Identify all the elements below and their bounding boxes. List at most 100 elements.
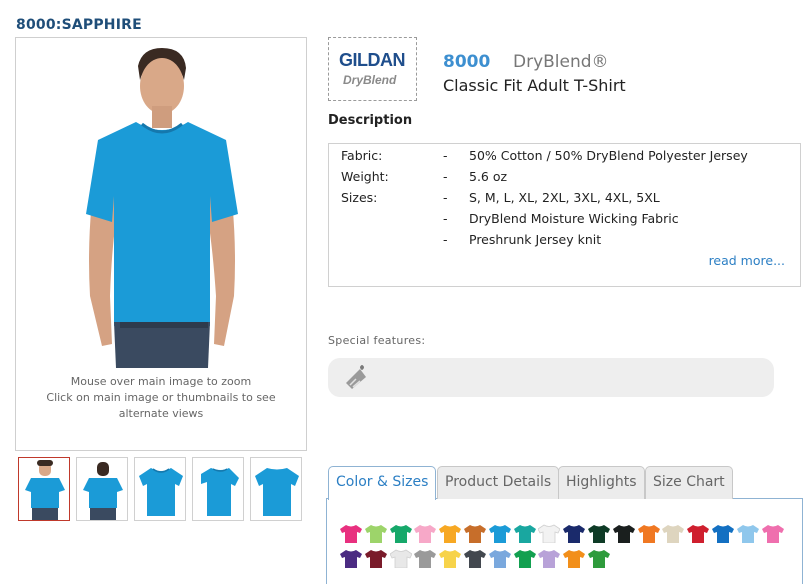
shirt-swatch-icon [488,550,511,568]
shirt-swatch-icon [414,550,437,568]
description-box: Fabric: - 50% Cotton / 50% DryBlend Polyes… [328,143,801,287]
thumbnail-image [255,468,299,516]
color-swatch[interactable] [612,524,635,543]
description-key: Sizes: [341,190,378,205]
shirt-swatch-icon [687,525,710,543]
color-swatch[interactable] [414,549,437,568]
color-swatch[interactable] [588,549,610,568]
main-product-image[interactable] [76,46,248,368]
description-dash: - [443,169,448,184]
read-more-link[interactable]: read more... [709,253,785,268]
color-swatch[interactable] [364,549,387,568]
shirt-swatch-icon [439,525,462,543]
shirt-swatch-icon [538,550,561,568]
color-swatch[interactable] [538,549,561,568]
color-swatch[interactable] [464,524,486,543]
thumbnail-2[interactable] [76,457,128,521]
description-value: 5.6 oz [469,169,508,184]
shirt-swatch-icon [736,525,759,543]
color-swatch[interactable] [761,524,784,543]
color-swatch[interactable] [389,549,413,569]
shirt-swatch-icon [662,525,685,543]
color-swatch[interactable] [389,524,412,543]
shirt-swatch-icon [364,550,387,568]
product-sku-color-title: 8000:SAPPHIRE [16,17,142,33]
color-swatch[interactable] [637,524,660,543]
shirt-swatch-icon [513,525,536,543]
color-swatch[interactable] [513,524,536,543]
color-swatch[interactable] [439,524,462,543]
zoom-hint-line: Click on main image or thumbnails to see… [46,391,276,420]
shirt-swatch-icon [414,525,437,543]
tab-product-details[interactable]: Product Details [437,466,560,499]
description-value: Preshrunk Jersey knit [469,232,602,247]
description-value: S, M, L, XL, 2XL, 3XL, 4XL, 5XL [469,190,660,205]
shirt-swatch-icon [464,525,486,543]
color-swatch[interactable] [464,549,486,568]
thumbnail-1[interactable] [18,457,70,521]
description-row: - DryBlend Moisture Wicking Fabric [329,211,800,232]
special-features-label: Special features: [328,334,426,347]
color-swatch[interactable] [340,524,362,543]
style-brand-line: DryBlend® [513,52,609,72]
thumbnail-image [139,468,183,516]
thumbnail-image [201,468,239,516]
color-swatch[interactable] [563,524,586,543]
description-dash: - [443,148,448,163]
color-swatch[interactable] [687,524,710,543]
thumbnail-4[interactable] [192,457,244,521]
shirt-swatch-icon [637,525,660,543]
shirt-swatch-icon [340,550,362,568]
color-swatch[interactable] [340,549,362,568]
brand-logo: GILDAN DryBlend [328,37,417,101]
main-image-container[interactable]: Mouse over main image to zoom Click on ma… [15,37,307,451]
tab-color-sizes[interactable]: Color & Sizes [328,466,437,500]
color-swatch[interactable] [488,524,511,543]
thumbnail-image [83,462,123,520]
shirt-swatch-icon [712,525,734,543]
special-features-bar [328,358,774,397]
description-dash: - [443,190,448,205]
description-key: Fabric: [341,148,383,163]
color-swatch[interactable] [488,549,511,568]
thumbnail-3[interactable] [134,457,186,521]
description-row: Sizes: - S, M, L, XL, 2XL, 3XL, 4XL, 5XL [329,190,800,211]
shirt-swatch-icon [761,525,784,543]
description-row: Weight: - 5.6 oz [329,169,800,190]
shirt-swatch-icon [488,525,511,543]
shirt-swatch-icon [588,550,610,568]
tab-highlights[interactable]: Highlights [558,466,645,499]
shirt-swatch-icon [389,525,412,543]
brand-logo-line1: GILDAN [339,50,406,70]
zoom-hint-text: Mouse over main image to zoom Click on ma… [16,374,306,422]
shirt-swatch-icon [364,525,387,543]
moisture-wicking-icon[interactable] [342,361,372,393]
color-swatch[interactable] [736,524,759,543]
color-swatch[interactable] [513,549,536,568]
shirt-swatch-icon [563,525,586,543]
shirt-swatch-icon [464,550,486,568]
color-swatch[interactable] [662,524,685,543]
color-swatch[interactable] [712,524,734,543]
zoom-hint-line: Mouse over main image to zoom [70,375,252,388]
thumbnail-5[interactable] [250,457,302,521]
color-swatch[interactable] [439,549,462,568]
description-value: DryBlend Moisture Wicking Fabric [469,211,679,226]
description-dash: - [443,211,448,226]
shirt-swatch-icon [439,550,462,568]
shirt-swatch-icon [612,525,635,543]
product-name: Classic Fit Adult T-Shirt [443,76,626,95]
description-heading: Description [328,113,413,128]
tab-size-chart[interactable]: Size Chart [645,466,733,499]
color-swatch[interactable] [563,549,586,568]
shirt-swatch-icon [537,524,561,544]
color-swatch[interactable] [364,524,387,543]
color-swatch[interactable] [588,524,610,543]
description-value: 50% Cotton / 50% DryBlend Polyester Jers… [469,148,748,163]
brand-logo-line2: DryBlend [343,73,397,87]
description-row: - Preshrunk Jersey knit [329,232,800,253]
description-row: Fabric: - 50% Cotton / 50% DryBlend Polyes… [329,148,800,169]
shirt-swatch-icon [563,550,586,568]
color-swatch[interactable] [537,524,561,544]
color-swatch[interactable] [414,524,437,543]
